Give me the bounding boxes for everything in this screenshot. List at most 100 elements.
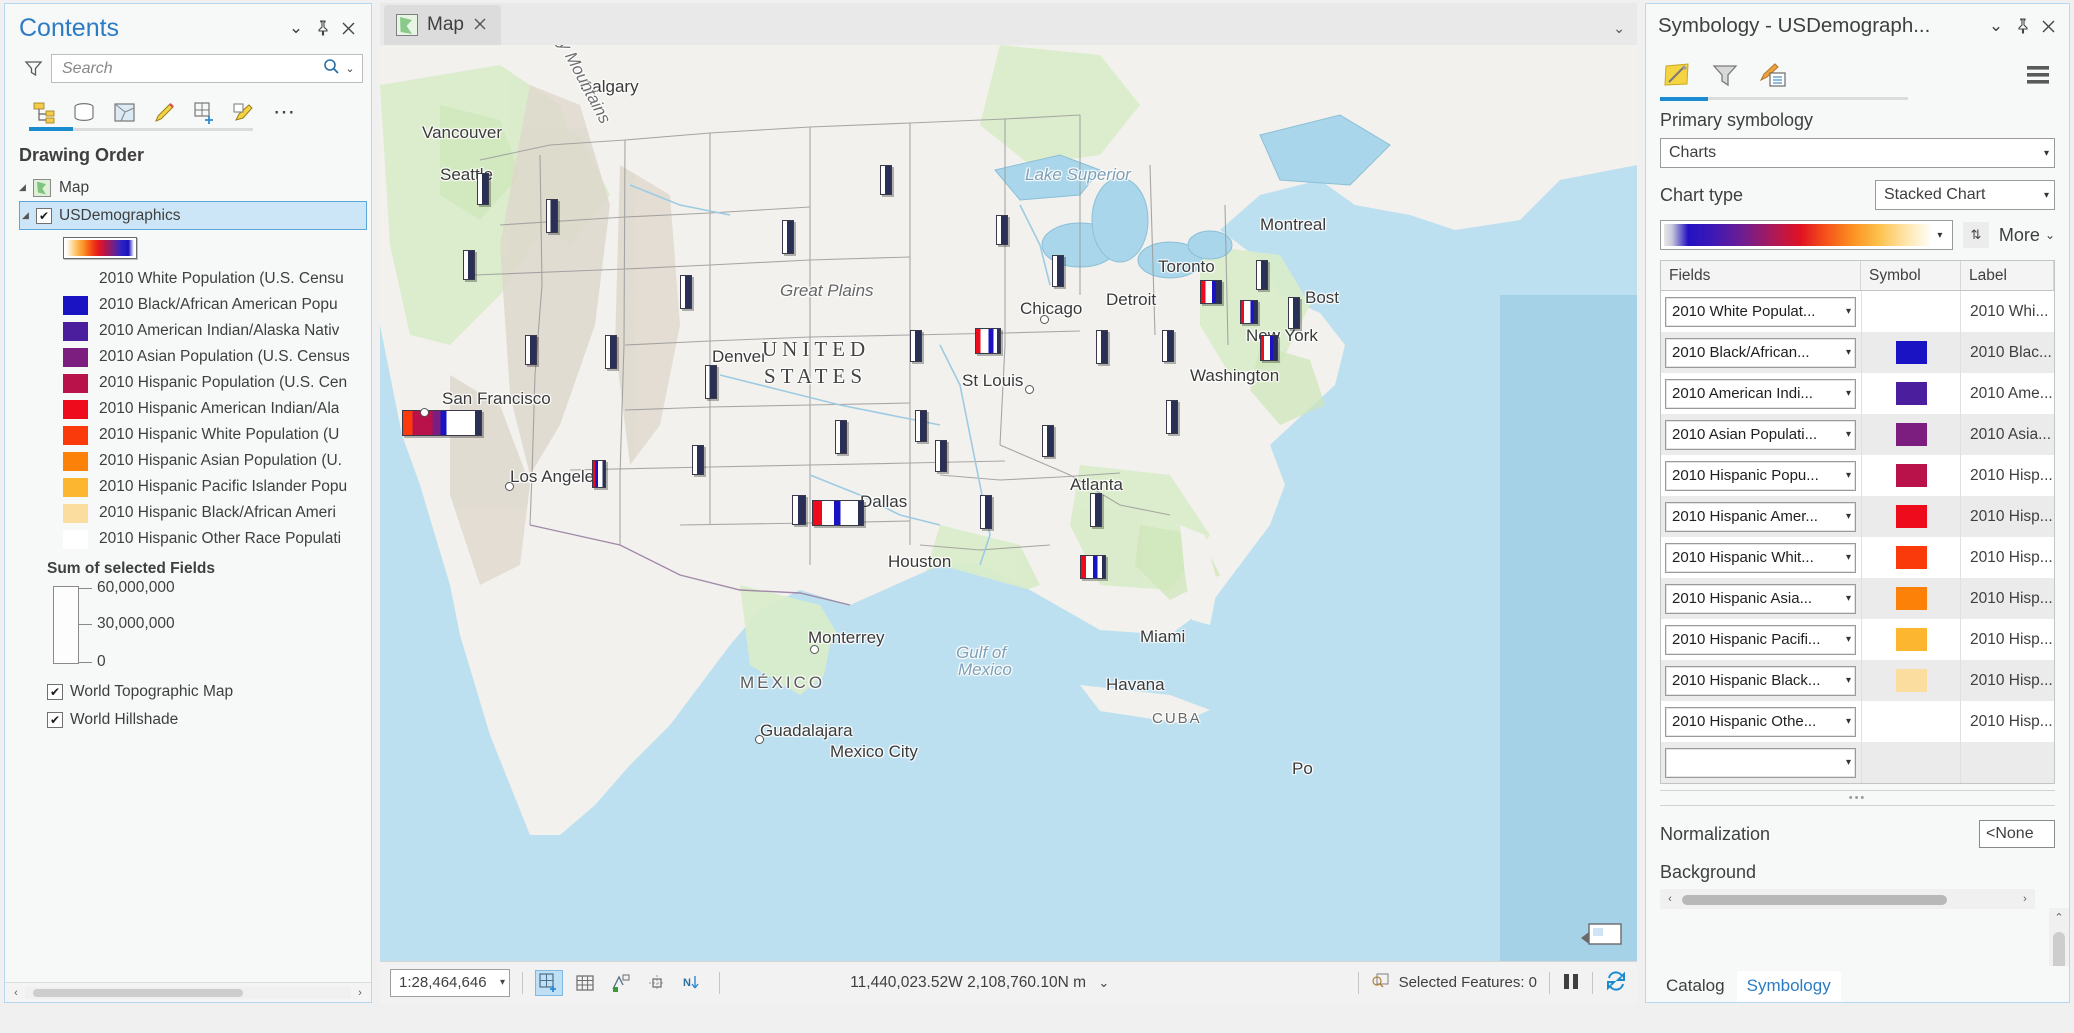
chevron-down-icon[interactable]: ▾ <box>1846 552 1851 563</box>
chevron-down-icon[interactable]: ▾ <box>1846 306 1851 317</box>
symbol-swatch[interactable] <box>1895 505 1927 528</box>
symbol-swatch[interactable] <box>1895 423 1927 446</box>
chart-symbol[interactable] <box>910 330 922 362</box>
field-combo[interactable]: 2010 Asian Populati... ▾ <box>1665 419 1856 450</box>
cell-label[interactable]: 2010 Hisp... <box>1961 713 2054 731</box>
cell-label[interactable]: 2010 Hisp... <box>1961 467 2054 485</box>
symbol-swatch[interactable] <box>1895 628 1927 651</box>
chevron-down-icon[interactable]: ▾ <box>1846 347 1851 358</box>
legend-item[interactable]: 2010 Hispanic Pacific Islander Popu <box>5 474 371 500</box>
chart-type-combo[interactable]: Stacked Chart ▾ <box>1875 180 2055 210</box>
chart-symbol[interactable] <box>1090 493 1102 527</box>
column-header-symbol[interactable]: Symbol <box>1861 261 1961 290</box>
scrollbar-track[interactable] <box>25 986 351 999</box>
chart-symbol[interactable] <box>935 440 947 472</box>
table-splitter[interactable]: ••• <box>1660 790 2055 806</box>
field-combo[interactable]: 2010 Hispanic Amer... ▾ <box>1665 501 1856 532</box>
table-row[interactable]: 2010 American Indi... ▾ 2010 Ame... <box>1661 373 2054 414</box>
pin-icon[interactable] <box>2009 13 2035 39</box>
tree-node-world-topographic-map[interactable]: ✔ World Topographic Map <box>5 678 371 706</box>
hamburger-icon[interactable] <box>2021 58 2055 92</box>
chevron-down-icon[interactable]: ▾ <box>1932 230 1948 241</box>
chevron-down-icon[interactable]: ▾ <box>1846 675 1851 686</box>
map-canvas[interactable]: Calgary Vancouver Seattle Rocky Mountains La… <box>380 45 1637 961</box>
table-row[interactable]: 2010 Hispanic Asia... ▾ 2010 Hisp... <box>1661 578 2054 619</box>
chart-symbol[interactable] <box>980 495 992 529</box>
search-input[interactable]: Search ⌄ <box>51 54 363 83</box>
chart-symbol[interactable] <box>592 460 606 488</box>
pause-icon[interactable] <box>1562 971 1580 995</box>
chevron-down-icon[interactable]: ▾ <box>1846 716 1851 727</box>
expander-icon[interactable]: ◢ <box>22 210 36 221</box>
legend-swatch[interactable] <box>63 347 88 367</box>
chart-symbol[interactable] <box>705 365 717 399</box>
contents-horizontal-scrollbar[interactable]: ‹ › <box>5 982 371 1002</box>
field-combo[interactable]: 2010 Hispanic Whit... ▾ <box>1665 542 1856 573</box>
scroll-right-icon[interactable]: › <box>351 987 369 999</box>
legend-item[interactable]: 2010 Black/African American Popu <box>5 292 371 318</box>
snapping-icon[interactable] <box>643 970 671 996</box>
legend-swatch[interactable] <box>63 451 88 471</box>
tab-map[interactable]: Map <box>384 5 501 45</box>
cell-symbol[interactable] <box>1861 455 1961 496</box>
field-combo[interactable]: 2010 Hispanic Asia... ▾ <box>1665 583 1856 614</box>
chart-symbol[interactable] <box>812 500 864 526</box>
search-icon[interactable] <box>320 58 342 79</box>
field-combo[interactable]: ▾ <box>1665 747 1856 778</box>
list-by-drawing-order-icon[interactable] <box>29 97 59 127</box>
legend-item[interactable]: 2010 Hispanic Other Race Populati <box>5 526 371 552</box>
chart-symbol[interactable] <box>782 220 794 254</box>
chevron-down-icon[interactable]: ⌄ <box>1983 13 2009 39</box>
search-chevron-down-icon[interactable]: ⌄ <box>342 62 358 75</box>
field-combo[interactable]: 2010 Hispanic Black... ▾ <box>1665 665 1856 696</box>
chart-symbol[interactable] <box>1256 260 1268 290</box>
legend-item[interactable]: 2010 Hispanic Asian Population (U. <box>5 448 371 474</box>
cell-label[interactable]: 2010 Hisp... <box>1961 590 2054 608</box>
cell-symbol[interactable] <box>1861 414 1961 455</box>
coordinate-tool-icon[interactable] <box>607 970 635 996</box>
field-combo[interactable]: 2010 Hispanic Popu... ▾ <box>1665 460 1856 491</box>
chevron-down-icon[interactable]: ▾ <box>500 977 505 988</box>
chart-symbol[interactable] <box>1042 425 1054 457</box>
map-overview-icon[interactable] <box>1581 920 1623 951</box>
table-row[interactable]: 2010 Hispanic Pacifi... ▾ 2010 Hisp... <box>1661 619 2054 660</box>
legend-swatch[interactable] <box>63 399 88 419</box>
legend-swatch[interactable] <box>63 425 88 445</box>
tree-node-world-hillshade[interactable]: ✔ World Hillshade <box>5 706 371 734</box>
chart-symbol[interactable] <box>692 445 704 475</box>
legend-swatch[interactable] <box>63 270 88 289</box>
north-arrow-icon[interactable]: N <box>679 970 707 996</box>
chevron-down-icon[interactable]: ⌄ <box>283 15 309 41</box>
cell-label[interactable]: 2010 Hisp... <box>1961 508 2054 526</box>
chart-symbol[interactable] <box>402 410 482 436</box>
tab-symbology[interactable]: Symbology <box>1736 971 1841 1002</box>
cell-label[interactable]: 2010 Whi... <box>1961 303 2054 321</box>
table-row[interactable]: 2010 Black/African... ▾ 2010 Blac... <box>1661 332 2054 373</box>
symbol-swatch[interactable] <box>1895 464 1927 487</box>
table-row[interactable]: 2010 Hispanic Black... ▾ 2010 Hisp... <box>1661 660 2054 701</box>
legend-item[interactable]: 2010 White Population (U.S. Censu <box>5 266 371 292</box>
legend-swatch[interactable] <box>63 477 88 497</box>
cell-symbol[interactable] <box>1861 578 1961 619</box>
table-row[interactable]: 2010 White Populat... ▾ 2010 Whi... <box>1661 291 2054 332</box>
table-row[interactable]: 2010 Asian Populati... ▾ 2010 Asia... <box>1661 414 2054 455</box>
scrollbar-track[interactable] <box>2049 926 2069 966</box>
scrollbar-track[interactable] <box>1680 893 2015 905</box>
cell-symbol[interactable] <box>1861 660 1961 701</box>
list-by-labeling-icon[interactable] <box>229 97 259 127</box>
scroll-up-icon[interactable]: ⌃ <box>2054 908 2063 926</box>
chart-symbol[interactable] <box>915 410 927 442</box>
table-row[interactable]: ▾ <box>1661 742 2054 783</box>
cell-symbol[interactable] <box>1861 742 1961 783</box>
chart-symbol[interactable] <box>1200 280 1222 304</box>
scrollbar-thumb[interactable] <box>33 988 243 997</box>
chevron-down-icon[interactable]: ▾ <box>1846 593 1851 604</box>
legend-swatch[interactable] <box>63 373 88 393</box>
column-header-fields[interactable]: Fields <box>1661 261 1861 290</box>
chevron-down-icon[interactable]: ▾ <box>2040 148 2049 159</box>
legend-item[interactable]: 2010 American Indian/Alaska Nativ <box>5 318 371 344</box>
close-icon[interactable] <box>473 15 487 36</box>
legend-swatch[interactable] <box>63 503 88 523</box>
legend-swatch[interactable] <box>63 321 88 341</box>
chart-symbol[interactable] <box>546 199 558 233</box>
